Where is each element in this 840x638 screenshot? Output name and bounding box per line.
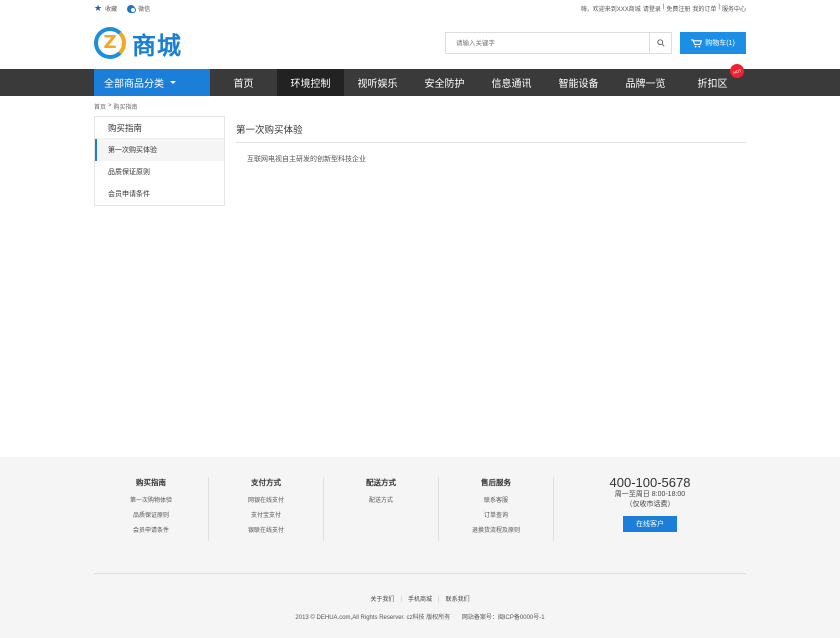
login-link[interactable]: 请登录 — [643, 4, 661, 13]
sidebar: 购买指南 第一次购买体验 品质保证原则 会员申请条件 — [94, 116, 225, 206]
breadcrumb-current: 购买指南 — [113, 104, 138, 111]
service-center-link[interactable]: 服务中心 — [722, 4, 746, 13]
footer-link[interactable]: 退换货流程及原则 — [439, 524, 553, 539]
breadcrumb-home[interactable]: 首页 — [94, 102, 106, 111]
sidebar-item-first-purchase[interactable]: 第一次购买体验 — [95, 139, 224, 161]
footer-col-payment: 支付方式 网银在线支付 支付宝支付 银联在线支付 — [209, 477, 324, 541]
cart-button[interactable]: 购物车(1) — [680, 32, 746, 54]
breadcrumb: 首页 > 购买指南 — [94, 102, 138, 111]
cart-icon — [691, 38, 703, 48]
top-bar: ★ 收藏 微信 嗨，欢迎来到XXX商城 请登录 | 免费注册 我的订单 | 服务… — [0, 0, 840, 17]
nav-item-discount[interactable]: 折扣区 HOT — [679, 62, 746, 96]
content-body: 互联网电视自主研发的创新型科技企业 — [247, 156, 366, 163]
hotline-number: 400-100-5678 — [609, 475, 691, 490]
service-hours: 周一至周日 8:00-18:00 — [614, 491, 686, 498]
logo-icon: Z — [94, 27, 126, 59]
footer-link[interactable]: 联系客服 — [439, 494, 553, 509]
copyright: 2013 © DEHUA.com,All Rights Reserver. cz… — [295, 615, 545, 621]
logo-text: 商城 — [132, 31, 182, 60]
footer-link[interactable]: 支付宝支付 — [209, 509, 323, 524]
about-link[interactable]: 关于我们 — [370, 597, 394, 603]
main-nav: 全部商品分类 首页 环境控制 视听娱乐 安全防护 信息通讯 智能设备 品牌一览 … — [0, 62, 840, 96]
search-button[interactable] — [649, 33, 671, 53]
nav-item-environment[interactable]: 环境控制 — [277, 69, 344, 96]
footer-link[interactable]: 网银在线支付 — [209, 494, 323, 509]
online-service-button[interactable]: 在线客户 — [623, 516, 677, 532]
all-categories-button[interactable]: 全部商品分类 — [94, 69, 210, 96]
sidebar-item-quality[interactable]: 品质保证原则 — [95, 161, 224, 183]
register-link[interactable]: 免费注册 — [666, 4, 690, 13]
sidebar-title: 购买指南 — [95, 117, 224, 139]
wechat-link[interactable]: 微信 — [127, 4, 150, 13]
footer-col-aftersales: 售后服务 联系客服 订单查询 退换货流程及原则 — [439, 477, 554, 541]
footer-bottom-links: 关于我们 | 手机商城 | 联系我们 — [370, 597, 470, 603]
footer-contact: 400-100-5678 周一至周日 8:00-18:00 （仅收市话费） 在线… — [554, 475, 746, 541]
mobile-link[interactable]: 手机商城 — [408, 597, 432, 603]
footer-col-delivery: 配送方式 配送方式 — [324, 477, 439, 541]
site-logo[interactable]: Z 商城 — [94, 26, 182, 61]
welcome-text: 嗨，欢迎来到XXX商城 — [580, 7, 641, 13]
service-hours-note: （仅收市话费） — [625, 501, 675, 508]
nav-item-entertainment[interactable]: 视听娱乐 — [344, 69, 411, 96]
footer-col-guide: 购买指南 第一次购物体验 品质保证原则 会员申请条件 — [94, 477, 209, 541]
star-icon: ★ — [94, 3, 103, 13]
icp-number: 网站备案号：闽ICP备0000号-1 — [461, 615, 545, 621]
nav-item-brands[interactable]: 品牌一览 — [612, 69, 679, 96]
footer-link[interactable]: 银联在线支付 — [209, 524, 323, 539]
caret-down-icon — [170, 81, 176, 84]
content-panel: 第一次购买体验 互联网电视自主研发的创新型科技企业 — [236, 116, 746, 456]
footer: 购买指南 第一次购物体验 品质保证原则 会员申请条件 支付方式 网银在线支付 支… — [0, 457, 840, 638]
nav-item-communication[interactable]: 信息通讯 — [478, 69, 545, 96]
footer-link[interactable]: 品质保证原则 — [94, 509, 208, 524]
orders-link[interactable]: 我的订单 — [692, 4, 716, 13]
contact-link[interactable]: 联系我们 — [446, 597, 470, 603]
sidebar-item-membership[interactable]: 会员申请条件 — [95, 183, 224, 205]
wechat-icon — [127, 4, 137, 13]
nav-item-security[interactable]: 安全防护 — [411, 69, 478, 96]
main-area: 购买指南 第一次购买体验 品质保证原则 会员申请条件 第一次购买体验 互联网电视… — [0, 116, 840, 456]
search-input[interactable] — [446, 33, 649, 53]
search-icon — [656, 39, 665, 47]
footer-divider — [94, 573, 746, 574]
footer-link[interactable]: 订单查询 — [439, 509, 553, 524]
header: Z 商城 购物车(1) — [0, 17, 840, 69]
footer-link[interactable]: 配送方式 — [324, 494, 438, 509]
nav-item-home[interactable]: 首页 — [210, 69, 277, 96]
footer-link[interactable]: 会员申请条件 — [94, 524, 208, 539]
nav-item-smart-devices[interactable]: 智能设备 — [545, 69, 612, 96]
favorite-link[interactable]: ★ 收藏 — [94, 3, 117, 14]
footer-link[interactable]: 第一次购物体验 — [94, 494, 208, 509]
content-title: 第一次购买体验 — [236, 116, 746, 143]
search-box — [445, 32, 672, 54]
